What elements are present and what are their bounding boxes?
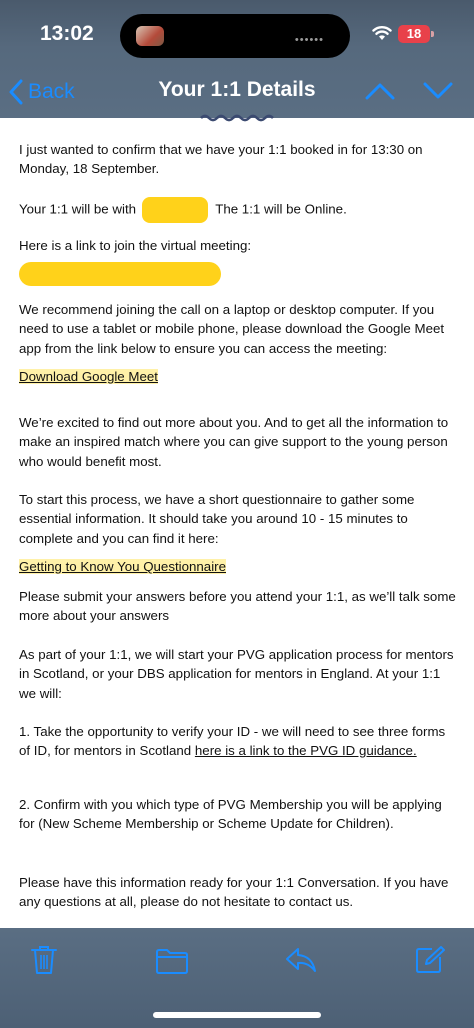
paragraph-mentor: Your 1:1 will be with The 1:1 will be On…: [19, 197, 459, 223]
status-time: 13:02: [40, 22, 94, 45]
dynamic-island[interactable]: ••••••: [120, 14, 350, 58]
paragraph-submit: Please submit your answers before you at…: [19, 589, 456, 624]
status-bar: 13:02 •••••• 18: [0, 0, 474, 70]
island-dots: ••••••: [294, 34, 324, 46]
folder-icon[interactable]: [155, 947, 189, 975]
paragraph-pvg: As part of your 1:1, we will start your …: [19, 647, 454, 701]
wifi-icon: [372, 26, 392, 40]
meet-link-row: Download Google Meet: [19, 367, 459, 386]
paragraph-confirmation: I just wanted to confirm that we have yo…: [19, 142, 423, 177]
pvg-guidance-link[interactable]: here is a link to the PVG ID guidance.: [195, 743, 417, 758]
redacted-name: [141, 197, 208, 223]
chevron-up-icon[interactable]: [364, 78, 396, 104]
page-title: Your 1:1 Details: [158, 78, 316, 101]
home-indicator[interactable]: [153, 1012, 321, 1018]
paragraph-excited: We’re excited to find out more about you…: [19, 415, 449, 469]
island-app-icon: [136, 26, 164, 46]
paragraph-recommend: We recommend joining the call on a lapto…: [19, 302, 445, 356]
reply-icon[interactable]: [284, 946, 318, 974]
battery-nub: [431, 31, 434, 37]
paragraph-verify-id: 1. Take the opportunity to verify your I…: [19, 722, 459, 761]
top-header: 13:02 •••••• 18 Back Your 1:1 Details: [0, 0, 474, 118]
battery-indicator: 18: [398, 25, 430, 43]
paragraph-link-intro: Here is a link to join the virtual meeti…: [19, 238, 252, 253]
compose-icon[interactable]: [414, 945, 446, 975]
questionnaire-link-row: Getting to Know You Questionnaire: [19, 557, 459, 576]
questionnaire-link[interactable]: Getting to Know You Questionnaire: [19, 559, 226, 574]
nav-bar: Back Your 1:1 Details: [0, 70, 474, 114]
redacted-link: [19, 262, 221, 286]
trash-icon[interactable]: [30, 944, 58, 976]
online-note: The 1:1 will be Online.: [215, 201, 347, 217]
mentor-label: Your 1:1 will be with: [19, 201, 137, 217]
wavy-divider: [200, 114, 274, 122]
chevron-down-icon[interactable]: [422, 78, 454, 104]
paragraph-membership: 2. Confirm with you which type of PVG Me…: [19, 797, 442, 832]
redacted-meeting-link[interactable]: [19, 262, 459, 286]
paragraph-questionnaire: To start this process, we have a short q…: [19, 492, 415, 546]
paragraph-closing: Please have this information ready for y…: [19, 875, 449, 910]
download-google-meet-link[interactable]: Download Google Meet: [19, 369, 158, 384]
